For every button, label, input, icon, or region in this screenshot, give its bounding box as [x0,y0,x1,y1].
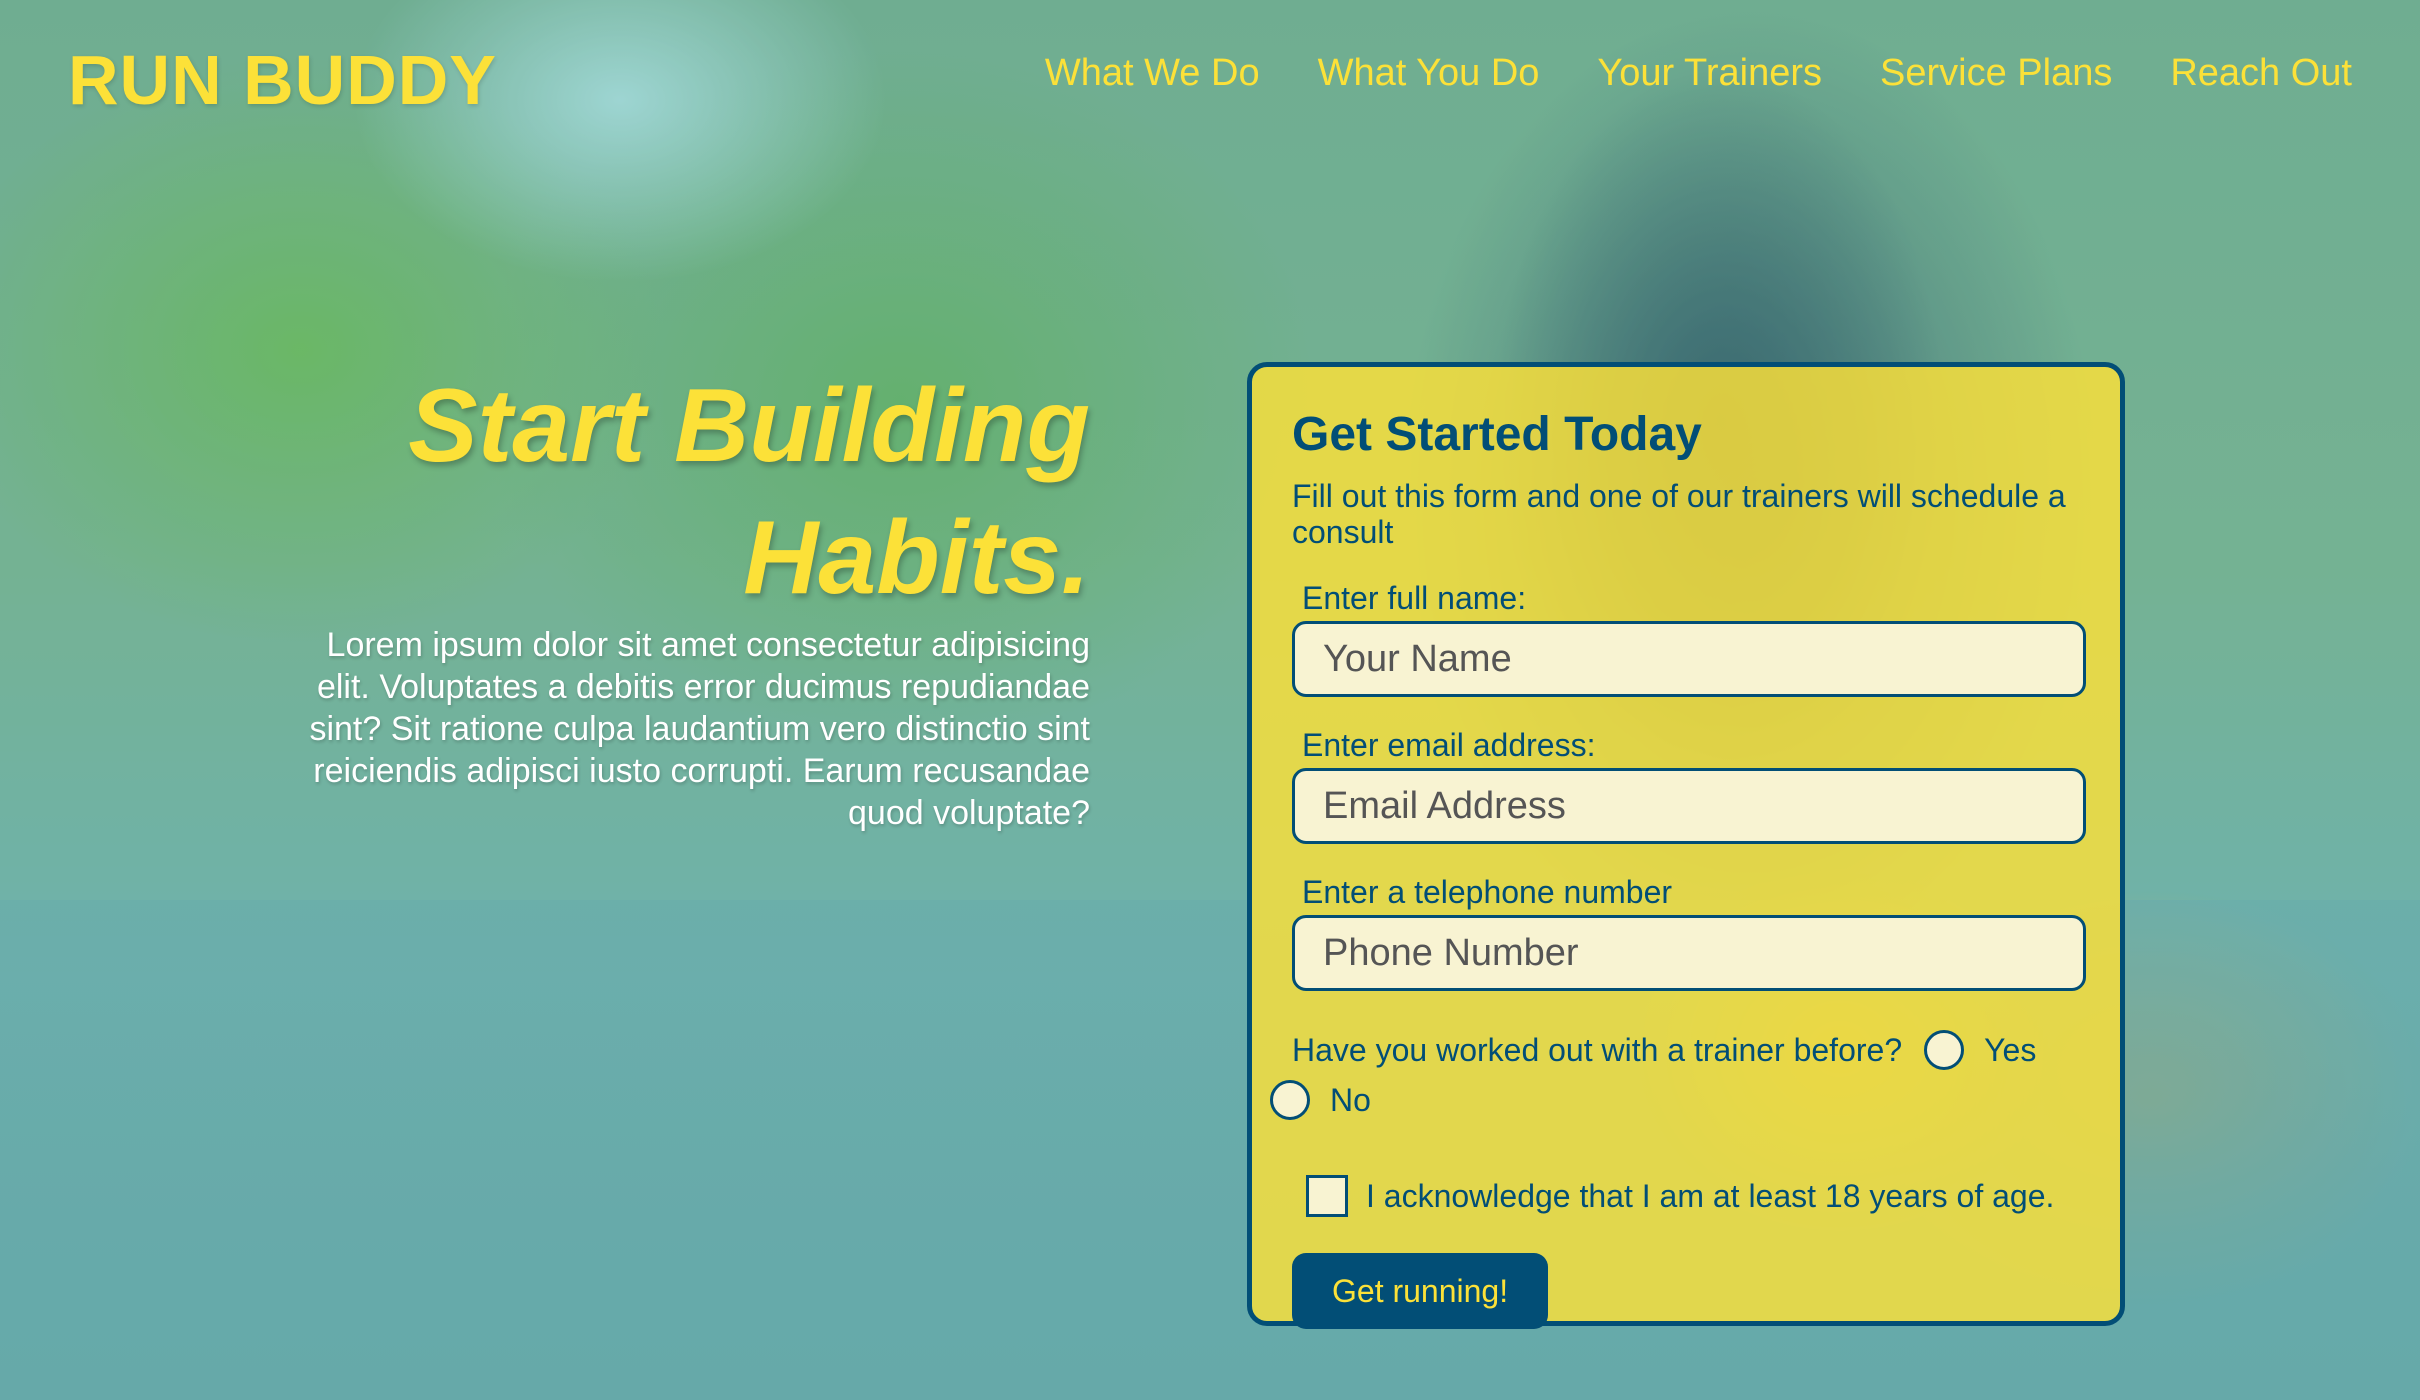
hero-section: Start Building Habits. Lorem ipsum dolor… [270,360,1090,834]
email-label: Enter email address: [1302,727,1596,763]
signup-form: Get Started Today Fill out this form and… [1247,362,2125,1329]
radio-yes[interactable] [1924,1030,1965,1070]
submit-button[interactable]: Get running! [1292,1253,1549,1329]
hero-title-line2: Habits. [743,500,1090,616]
hero-title-line1: Start Building [408,368,1090,484]
hero-body: Lorem ipsum dolor sit amet consectetur a… [309,626,1090,832]
radio-no[interactable] [1270,1080,1310,1120]
trainer-question-label: Have you worked out with a trainer befor… [1292,1032,1903,1068]
nav-link-what-you-do[interactable]: What You Do [1318,52,1540,95]
name-input[interactable] [1292,621,2086,697]
age-ack-checkbox[interactable] [1306,1175,1348,1217]
email-field-group: Enter email address: [1292,727,2086,844]
main-nav: What We Do What You Do Your Trainers Ser… [1045,52,2352,95]
age-ack-label: I acknowledge that I am at least 18 year… [1366,1177,2055,1214]
trainer-question-group: Have you worked out with a trainer befor… [1270,1025,2080,1125]
form-lead: Fill out this form and one of our traine… [1292,478,2066,550]
brand-logo[interactable]: RUN BUDDY [68,40,497,120]
email-input[interactable] [1292,768,2086,844]
phone-field-group: Enter a telephone number [1292,874,2086,991]
nav-link-what-we-do[interactable]: What We Do [1045,52,1260,95]
radio-no-label: No [1330,1082,1371,1118]
hero-title: Start Building Habits. [270,360,1090,624]
phone-input[interactable] [1292,915,2086,991]
name-label: Enter full name: [1302,580,1527,616]
page: RUN BUDDY What We Do What You Do Your Tr… [0,0,2420,1400]
age-ack-row: I acknowledge that I am at least 18 year… [1306,1175,2080,1217]
phone-label: Enter a telephone number [1302,874,1673,910]
nav-link-your-trainers[interactable]: Your Trainers [1597,52,1822,95]
name-field-group: Enter full name: [1292,580,2086,697]
form-title: Get Started Today [1292,408,1702,461]
nav-link-service-plans[interactable]: Service Plans [1880,52,2112,95]
nav-link-reach-out[interactable]: Reach Out [2170,52,2352,95]
radio-yes-label: Yes [1984,1032,2037,1068]
